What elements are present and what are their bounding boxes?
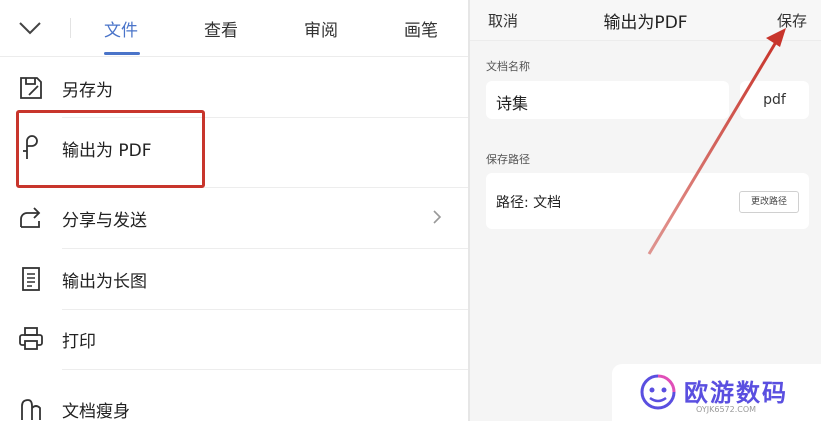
watermark-url: OYJK6572.COM xyxy=(696,405,757,414)
menu-item-slim-document[interactable]: 文档瘦身 xyxy=(0,379,470,439)
menu-item-label: 文档瘦身 xyxy=(62,402,130,422)
share-icon xyxy=(20,207,41,228)
save-path-label: 保存路径 xyxy=(486,153,530,166)
export-pdf-dialog: 取消 输出为PDF 保存 文档名称 诗集 pdf 保存路径 路径: 文档 更改路… xyxy=(470,0,821,421)
save-path-row: 路径: 文档 更改路径 xyxy=(486,173,809,229)
active-tab-indicator xyxy=(104,52,140,55)
doc-name-value: 诗集 xyxy=(496,94,529,113)
menu-item-long-image[interactable]: 输出为长图 xyxy=(0,249,470,309)
save-as-icon xyxy=(20,77,42,99)
menu-item-label: 输出为长图 xyxy=(62,272,147,292)
menu-item-label: 分享与发送 xyxy=(62,211,147,231)
long-image-icon xyxy=(22,267,40,291)
tab-review[interactable]: 审阅 xyxy=(304,16,338,41)
slim-document-icon xyxy=(21,399,41,420)
chevron-right-icon xyxy=(433,210,442,224)
dialog-header: 取消 输出为PDF 保存 xyxy=(470,0,821,41)
tab-view[interactable]: 查看 xyxy=(204,16,238,41)
file-menu-panel: 文件 查看 审阅 画笔 另存为 输出为 PDF 分享与发送 输出为长图 打印 文… xyxy=(0,0,470,422)
highlight-box xyxy=(16,110,205,188)
watermark-text: 欧游数码 xyxy=(684,379,788,407)
extension-box: pdf xyxy=(740,81,809,119)
menu-item-print[interactable]: 打印 xyxy=(0,309,470,369)
menu-item-share[interactable]: 分享与发送 xyxy=(0,188,470,248)
toolbar-divider xyxy=(70,18,71,38)
watermark-logo-icon xyxy=(640,374,676,410)
watermark: 欧游数码 OYJK6572.COM xyxy=(612,364,821,421)
path-text: 路径: 文档 xyxy=(496,195,562,211)
doc-name-label: 文档名称 xyxy=(486,60,530,73)
printer-icon xyxy=(19,327,43,350)
menu-divider xyxy=(62,369,470,370)
change-path-button[interactable]: 更改路径 xyxy=(739,191,799,213)
menu-item-label: 打印 xyxy=(62,332,96,352)
tab-file[interactable]: 文件 xyxy=(104,16,138,41)
chevron-down-icon[interactable] xyxy=(18,18,42,38)
menu-item-label: 另存为 xyxy=(62,81,113,101)
menu-toolbar: 文件 查看 审阅 画笔 xyxy=(0,0,470,57)
doc-name-field[interactable]: 诗集 xyxy=(486,81,729,119)
tab-pen[interactable]: 画笔 xyxy=(404,16,438,41)
save-button[interactable]: 保存 xyxy=(777,10,807,31)
menu-item-save-as[interactable]: 另存为 xyxy=(0,58,470,118)
extension-value: pdf xyxy=(763,92,786,108)
dialog-title: 输出为PDF xyxy=(603,13,688,33)
